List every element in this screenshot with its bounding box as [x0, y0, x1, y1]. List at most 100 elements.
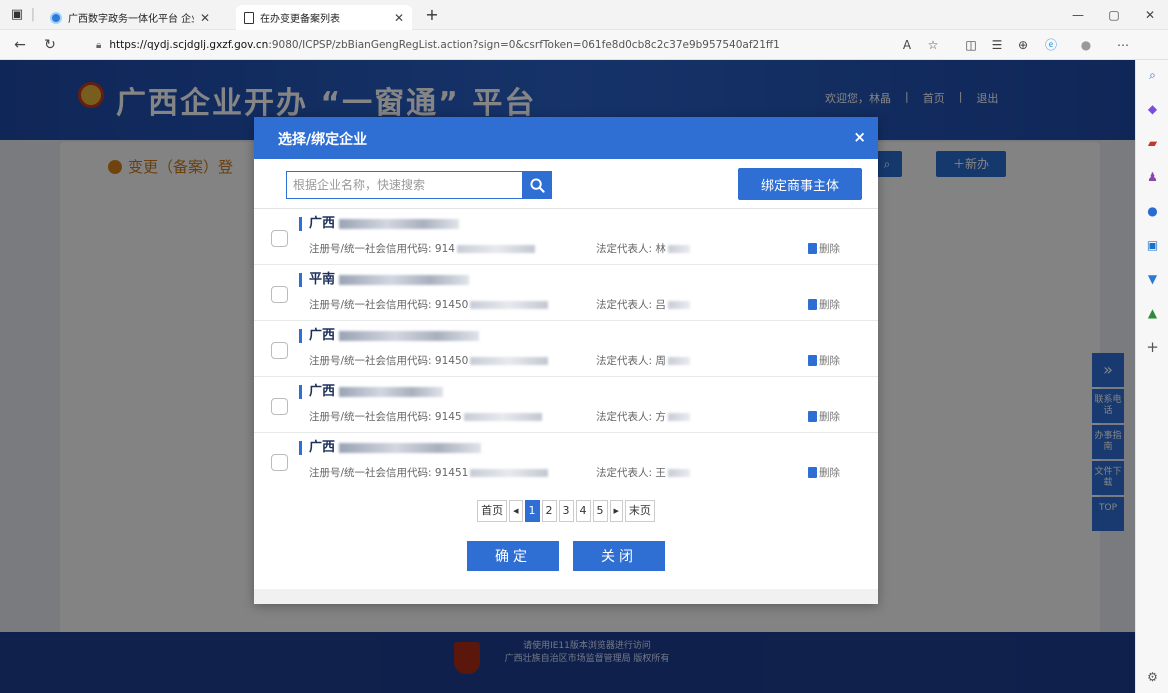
maximize-icon[interactable]: ▢: [1096, 0, 1132, 30]
discover-icon[interactable]: ◆: [1145, 102, 1160, 117]
drop-icon[interactable]: ▼: [1145, 272, 1160, 287]
url-field[interactable]: 🔒︎ https://qydj.scjdglj.gxzf.gov.cn:9080…: [96, 35, 886, 55]
legal-rep-label: 法定代表人:: [596, 243, 653, 255]
company-meta: 注册号/统一社会信用代码: 91450 法定代表人: 周 删除: [309, 353, 840, 368]
trash-icon: [808, 411, 817, 422]
tab-actions-icon[interactable]: ▣: [6, 0, 28, 30]
credit-code-value: 91450: [434, 298, 469, 311]
new-tab-icon[interactable]: +: [420, 0, 444, 30]
company-name-prefix: 广西: [309, 216, 336, 231]
profile-icon[interactable]: ●: [1075, 30, 1097, 60]
prev-page-icon[interactable]: ◀: [509, 500, 523, 522]
trash-icon: [808, 355, 817, 366]
tab-close-icon[interactable]: ✕: [200, 11, 210, 25]
page-button-3[interactable]: 3: [558, 500, 574, 522]
credit-code: 注册号/统一社会信用代码: 9145: [309, 409, 596, 424]
outlook-icon[interactable]: ▣: [1145, 238, 1160, 253]
delete-button[interactable]: 删除: [808, 353, 840, 368]
company-name: 广西: [299, 216, 460, 231]
company-search-input[interactable]: [286, 171, 522, 199]
legal-rep-value: 方: [655, 411, 666, 423]
last-page-button[interactable]: 末页: [624, 500, 655, 522]
add-sidebar-icon[interactable]: +: [1145, 340, 1160, 355]
redacted-name: [339, 387, 444, 397]
select-checkbox[interactable]: [271, 342, 288, 359]
delete-label: 删除: [819, 355, 840, 367]
confirm-button[interactable]: 确定: [467, 541, 559, 571]
delete-label: 删除: [819, 467, 840, 479]
next-page-icon[interactable]: ▶: [609, 500, 623, 522]
legal-rep: 法定代表人: 王: [596, 465, 808, 480]
select-bind-company-dialog: 选择/绑定企业 × 绑定商事主体 广西 注册号/统一社会信用代码: 914 法定…: [254, 117, 878, 604]
page-button-5[interactable]: 5: [592, 500, 608, 522]
company-name-prefix: 广西: [309, 440, 336, 455]
company-meta: 注册号/统一社会信用代码: 91451 法定代表人: 王 删除: [309, 465, 840, 480]
search-row: 绑定商事主体: [254, 159, 878, 209]
close-icon[interactable]: ×: [853, 128, 866, 146]
read-aloud-icon[interactable]: A: [896, 30, 918, 60]
favorite-star-icon[interactable]: ☆: [922, 30, 944, 60]
close-button[interactable]: 关闭: [573, 541, 665, 571]
settings-gear-icon[interactable]: ⚙: [1145, 670, 1160, 685]
select-checkbox[interactable]: [271, 230, 288, 247]
credit-code-label: 注册号/统一社会信用代码:: [309, 355, 432, 367]
dialog-footer-strip: [254, 589, 878, 604]
delete-label: 删除: [819, 411, 840, 423]
tab-close-icon[interactable]: ✕: [394, 11, 404, 25]
search-icon: [529, 177, 545, 193]
delete-button[interactable]: 删除: [808, 297, 840, 312]
select-checkbox[interactable]: [271, 286, 288, 303]
more-menu-icon[interactable]: ⋯: [1112, 30, 1134, 60]
legal-rep-value: 林: [655, 243, 666, 255]
company-name-prefix: 广西: [309, 384, 336, 399]
close-window-icon[interactable]: ✕: [1132, 0, 1168, 30]
delete-button[interactable]: 删除: [808, 241, 840, 256]
favorites-list-icon[interactable]: ☰: [986, 30, 1008, 60]
refresh-icon[interactable]: ↻: [38, 30, 62, 60]
edge-sidebar: ⌕ ◆ ▰ ♟ ● ▣ ▼ ▲ + ⚙: [1135, 60, 1168, 693]
first-page-button[interactable]: 首页: [477, 500, 508, 522]
edge-ie-mode-icon[interactable]: ⓔ: [1040, 30, 1062, 60]
page-button-2[interactable]: 2: [541, 500, 557, 522]
page-info-icon[interactable]: 🔒︎: [96, 40, 101, 51]
list-item[interactable]: 广西 注册号/统一社会信用代码: 91451 法定代表人: 王 删除: [254, 433, 878, 484]
page-button-1[interactable]: 1: [524, 500, 540, 522]
dialog-actions: 确定 关闭: [254, 541, 878, 571]
search-icon[interactable]: ⌕: [1145, 68, 1160, 83]
credit-code: 注册号/统一社会信用代码: 91450: [309, 353, 596, 368]
redacted-code: [470, 300, 549, 309]
trash-icon: [808, 299, 817, 310]
search-button[interactable]: [522, 171, 552, 199]
list-item[interactable]: 广西 注册号/统一社会信用代码: 91450 法定代表人: 周 删除: [254, 321, 878, 377]
tab-change-list[interactable]: 在办变更备案列表 ✕: [236, 5, 412, 30]
credit-code-value: 914: [434, 242, 455, 255]
company-name: 平南: [299, 272, 470, 287]
trash-icon: [808, 467, 817, 478]
bind-business-entity-button[interactable]: 绑定商事主体: [738, 168, 862, 200]
redacted-name: [339, 219, 460, 229]
list-item[interactable]: 广西 注册号/统一社会信用代码: 914 法定代表人: 林 删除: [254, 209, 878, 265]
list-item[interactable]: 广西 注册号/统一社会信用代码: 9145 法定代表人: 方 删除: [254, 377, 878, 433]
redacted-code: [456, 244, 535, 253]
tree-icon[interactable]: ▲: [1145, 306, 1160, 321]
legal-rep: 法定代表人: 方: [596, 409, 808, 424]
list-item[interactable]: 平南 注册号/统一社会信用代码: 91450 法定代表人: 吕 删除: [254, 265, 878, 321]
back-icon[interactable]: ←: [8, 30, 32, 60]
delete-button[interactable]: 删除: [808, 465, 840, 480]
legal-rep-label: 法定代表人:: [596, 355, 653, 367]
select-checkbox[interactable]: [271, 398, 288, 415]
delete-button[interactable]: 删除: [808, 409, 840, 424]
split-screen-icon[interactable]: ◫: [960, 30, 982, 60]
credit-code: 注册号/统一社会信用代码: 91450: [309, 297, 596, 312]
tab-gov-portal[interactable]: 广西数字政务一体化平台 企业开 ✕: [42, 5, 218, 30]
document-favicon-icon: [244, 11, 254, 24]
office-icon[interactable]: ●: [1145, 204, 1160, 219]
minimize-icon[interactable]: —: [1060, 0, 1096, 30]
shopping-icon[interactable]: ▰: [1145, 136, 1160, 151]
select-checkbox[interactable]: [271, 454, 288, 471]
credit-code-value: 9145: [434, 410, 462, 423]
collections-icon[interactable]: ⊕: [1012, 30, 1034, 60]
company-name-prefix: 平南: [309, 272, 336, 287]
page-button-4[interactable]: 4: [575, 500, 591, 522]
tools-icon[interactable]: ♟: [1145, 170, 1160, 185]
